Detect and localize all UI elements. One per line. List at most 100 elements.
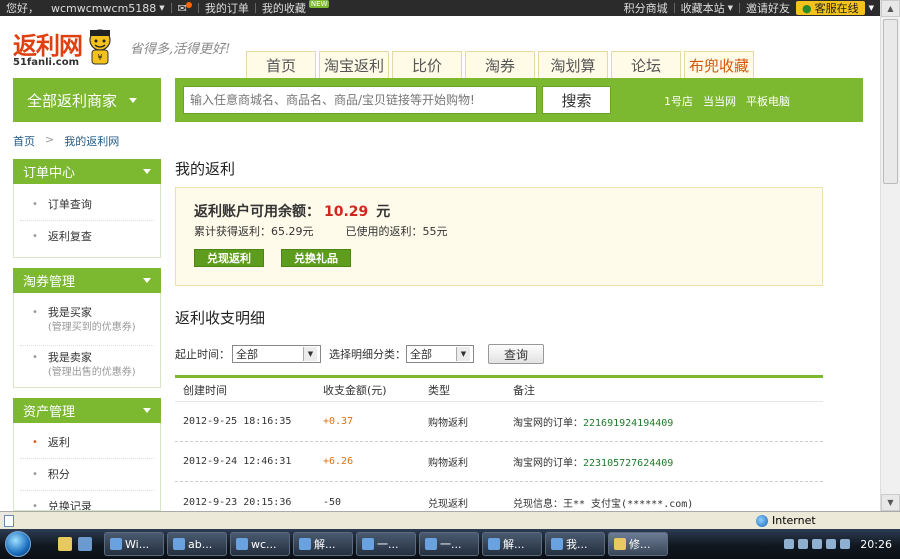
invite-friends-link[interactable]: 邀请好友 (740, 0, 796, 16)
chevron-down-icon[interactable]: ▼ (159, 4, 164, 12)
sidebar-section-title[interactable]: 订单中心 (23, 162, 75, 181)
sidebar-item-label[interactable]: 兑换记录 (48, 499, 92, 510)
order-id-link[interactable]: 223105727624409 (583, 458, 673, 469)
show-desktop-icon[interactable] (78, 537, 92, 551)
username[interactable]: wcmwcmwcm5188 (51, 2, 156, 15)
time-range-select[interactable]: 全部 ▼ (232, 345, 321, 363)
vertical-scrollbar[interactable]: ▲ ▼ (880, 0, 900, 511)
chevron-down-icon[interactable] (143, 169, 151, 174)
chevron-down-icon[interactable]: ▼ (303, 347, 317, 361)
invite-friends-label[interactable]: 邀请好友 (746, 0, 790, 16)
task-button-active[interactable]: 修... (608, 532, 668, 556)
network-icon[interactable] (798, 539, 809, 549)
sidebar-section-assets[interactable]: 资产管理 (13, 398, 161, 423)
keyboard-icon[interactable] (784, 539, 795, 549)
sidebar-section-coupons[interactable]: 淘券管理 (13, 268, 161, 293)
task-label[interactable]: 修... (629, 536, 651, 552)
task-label[interactable]: 解... (503, 536, 525, 552)
scroll-down-arrow-icon[interactable]: ▼ (881, 494, 900, 511)
redeem-gift-button[interactable]: 兑换礼品 (281, 249, 351, 267)
task-label[interactable]: 一... (377, 536, 399, 552)
security-zone-label[interactable]: Internet (772, 514, 816, 527)
chevron-down-icon[interactable]: ▼ (728, 4, 733, 12)
order-id-link[interactable]: 221691924194409 (583, 418, 673, 429)
all-merchants-dropdown[interactable]: 全部返利商家 (13, 78, 161, 122)
task-button[interactable]: 一... (356, 532, 416, 556)
folder-icon[interactable] (58, 537, 72, 551)
task-label[interactable]: ab... (188, 538, 212, 551)
nav-tab-home[interactable]: 首页 (246, 51, 316, 78)
task-label[interactable]: 我... (566, 536, 588, 552)
sidebar-item-rebate[interactable]: • 返利 (20, 427, 154, 459)
redeem-rebate-button[interactable]: 兑现返利 (194, 249, 264, 267)
task-label[interactable]: 一... (440, 536, 462, 552)
task-label[interactable]: Wi... (125, 538, 149, 551)
nav-tab-coupons[interactable]: 淘券 (465, 51, 535, 78)
task-label[interactable]: 解... (314, 536, 336, 552)
customer-service-label[interactable]: 客服在线 (815, 0, 859, 16)
nav-tab-forum[interactable]: 论坛 (611, 51, 681, 78)
nav-tab-deals[interactable]: 淘划算 (538, 51, 608, 78)
shield-icon[interactable] (812, 539, 823, 549)
chevron-down-icon[interactable] (129, 97, 138, 103)
nav-tab-taobao-rebate[interactable]: 淘宝返利 (319, 51, 389, 78)
my-favorites-link[interactable]: 我的收藏 NEW (256, 0, 336, 16)
sidebar-item-order-query[interactable]: • 订单查询 (20, 189, 154, 221)
sidebar-item-points[interactable]: • 积分 (20, 459, 154, 491)
points-mall-link[interactable]: 积分商城 (618, 0, 674, 16)
sidebar-item-label[interactable]: 我是买家 (48, 305, 136, 321)
my-favorites-label[interactable]: 我的收藏 (262, 0, 306, 16)
clock[interactable]: 20:26 (860, 538, 892, 551)
sidebar-item-seller[interactable]: • 我是卖家 (管理出售的优惠券) (20, 346, 154, 386)
volume-icon[interactable] (826, 539, 837, 549)
task-button[interactable]: ab... (167, 532, 227, 556)
search-button[interactable]: 搜索 (542, 86, 611, 114)
update-icon[interactable] (840, 539, 851, 549)
task-button[interactable]: 一... (419, 532, 479, 556)
bookmark-site-menu[interactable]: 收藏本站 ▼ (675, 0, 739, 16)
sidebar-section-title[interactable]: 淘券管理 (23, 271, 75, 290)
chevron-down-icon[interactable]: ▼ (456, 347, 470, 361)
scroll-up-arrow-icon[interactable]: ▲ (881, 0, 900, 17)
sidebar-item-label[interactable]: 订单查询 (48, 197, 92, 213)
points-mall-label[interactable]: 积分商城 (624, 0, 668, 16)
quick-link-tablet[interactable]: 平板电脑 (746, 93, 790, 109)
message-button[interactable]: ✉ (172, 2, 198, 15)
search-input[interactable] (183, 86, 537, 114)
my-orders-link[interactable]: 我的订单 (199, 0, 255, 16)
windows-logo-icon[interactable] (5, 531, 31, 557)
all-merchants-label[interactable]: 全部返利商家 (27, 90, 117, 111)
sidebar-item-label[interactable]: 返利 (48, 435, 70, 451)
task-button[interactable]: Wi... (104, 532, 164, 556)
quick-link-dangdang[interactable]: 当当网 (703, 93, 736, 109)
start-button[interactable] (0, 529, 36, 559)
task-button[interactable]: 我... (545, 532, 605, 556)
chevron-down-icon[interactable]: ▼ (869, 4, 874, 12)
chevron-down-icon[interactable] (143, 408, 151, 413)
category-value[interactable]: 全部 (410, 346, 432, 362)
nav-tab-budou[interactable]: 布兜收藏 (684, 51, 754, 78)
category-select[interactable]: 全部 ▼ (406, 345, 474, 363)
sidebar-item-label[interactable]: 我是卖家 (48, 350, 136, 366)
chevron-down-icon[interactable] (143, 278, 151, 283)
sidebar-item-label[interactable]: 返利复查 (48, 229, 92, 245)
scroll-thumb[interactable] (883, 19, 898, 184)
sidebar-item-buyer[interactable]: • 我是买家 (管理买到的优惠券) (20, 303, 154, 346)
time-range-value[interactable]: 全部 (236, 346, 258, 362)
task-button[interactable]: 解... (482, 532, 542, 556)
task-button[interactable]: wc... (230, 532, 290, 556)
sidebar-section-orders[interactable]: 订单中心 (13, 159, 161, 184)
security-zone[interactable]: Internet (756, 514, 816, 527)
task-button[interactable]: 解... (293, 532, 353, 556)
sidebar-item-rebate-recheck[interactable]: • 返利复查 (20, 221, 154, 253)
sidebar-item-label[interactable]: 积分 (48, 467, 70, 483)
nav-tab-compare[interactable]: 比价 (392, 51, 462, 78)
sidebar-item-exchange-records[interactable]: • 兑换记录 (20, 491, 154, 510)
my-orders-label[interactable]: 我的订单 (205, 0, 249, 16)
username-menu[interactable]: wcmwcmwcm5188 ▼ (45, 2, 171, 15)
breadcrumb-my-fanli[interactable]: 我的返利网 (64, 133, 119, 149)
query-button[interactable]: 查询 (488, 344, 544, 364)
breadcrumb-home[interactable]: 首页 (13, 133, 35, 149)
customer-service-button[interactable]: ● 客服在线 (796, 1, 865, 15)
sidebar-section-title[interactable]: 资产管理 (23, 401, 75, 420)
